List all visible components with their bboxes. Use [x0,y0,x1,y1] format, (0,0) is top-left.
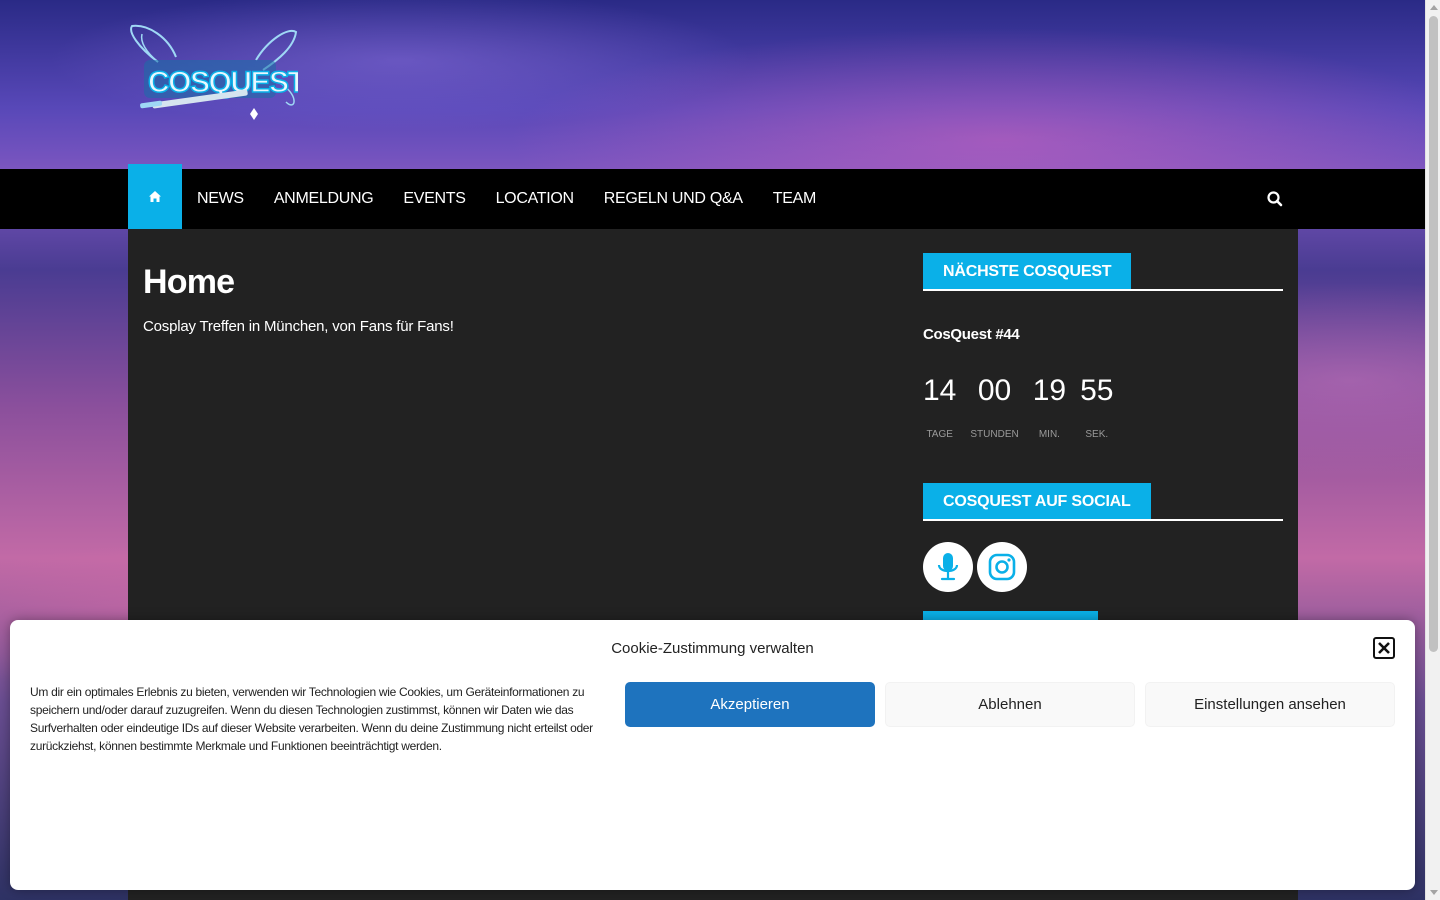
nav-item-team[interactable]: TEAM [758,169,831,229]
scrollbar-thumb[interactable] [1429,16,1438,652]
nav-item-location[interactable]: LOCATION [481,169,589,229]
microphone-icon [937,553,959,581]
social-link-podcast[interactable] [923,542,973,592]
nav-item-anmeldung[interactable]: ANMELDUNG [259,169,389,229]
page-scrollbar[interactable] [1425,0,1440,900]
cookie-text: Um dir ein optimales Erlebnis zu bieten,… [30,685,593,753]
countdown-timer: 14 TAGE 00 STUNDEN 19 MIN. 55 SEK. [923,372,1127,440]
cookie-close-button[interactable] [1373,637,1395,659]
close-icon [1378,642,1390,654]
accept-button[interactable]: Akzeptieren [625,682,875,727]
countdown-minutes: 19 MIN. [1033,372,1066,440]
cookie-consent-dialog: Cookie-Zustimmung verwalten Um dir ein o… [10,620,1415,890]
search-button[interactable] [1264,188,1286,210]
nav-item-regeln[interactable]: REGELN UND Q&A [589,169,758,229]
countdown-minutes-label: MIN. [1038,429,1060,440]
scroll-down-arrow-icon[interactable] [1430,890,1438,895]
countdown-days: 14 TAGE [923,372,956,440]
instagram-icon [988,553,1016,581]
social-link-instagram[interactable] [977,542,1027,592]
scroll-up-arrow-icon[interactable] [1430,5,1438,10]
nav-item-events[interactable]: EVENTS [388,169,480,229]
social-links [923,542,1027,592]
search-icon [1267,191,1283,207]
countdown-minutes-value: 19 [1032,374,1067,407]
nav-item-news[interactable]: NEWS [182,169,259,229]
view-preferences-button[interactable]: Einstellungen ansehen [1145,682,1395,727]
countdown-seconds-label: SEK. [1085,429,1109,440]
countdown-widget-title: NÄCHSTE COSQUEST [923,253,1132,289]
site-logo[interactable]: COSQUEST [128,22,308,128]
page-title: Home [143,263,235,301]
page-description: Cosplay Treffen in München, von Fans für… [143,318,454,335]
social-widget-header: COSQUEST AUF SOCIAL [923,483,1283,521]
main-navigation: NEWS ANMELDUNG EVENTS LOCATION REGELN UN… [0,164,1425,229]
countdown-widget-header: NÄCHSTE COSQUEST [923,253,1283,291]
countdown-seconds: 55 SEK. [1080,372,1113,440]
countdown-seconds-value: 55 [1080,374,1114,407]
countdown-hours: 00 STUNDEN [970,372,1018,440]
home-icon [149,191,161,202]
social-widget-title: COSQUEST AUF SOCIAL [923,483,1151,519]
countdown-hours-label: STUNDEN [970,429,1019,440]
countdown-days-value: 14 [923,374,957,407]
countdown-hours-value: 00 [977,374,1012,407]
countdown-days-label: TAGE [926,429,953,440]
deny-button[interactable]: Ablehnen [885,682,1135,727]
event-name: CosQuest #44 [923,326,1020,343]
nav-home-button[interactable] [128,164,182,229]
cookie-title: Cookie-Zustimmung verwalten [611,640,814,657]
